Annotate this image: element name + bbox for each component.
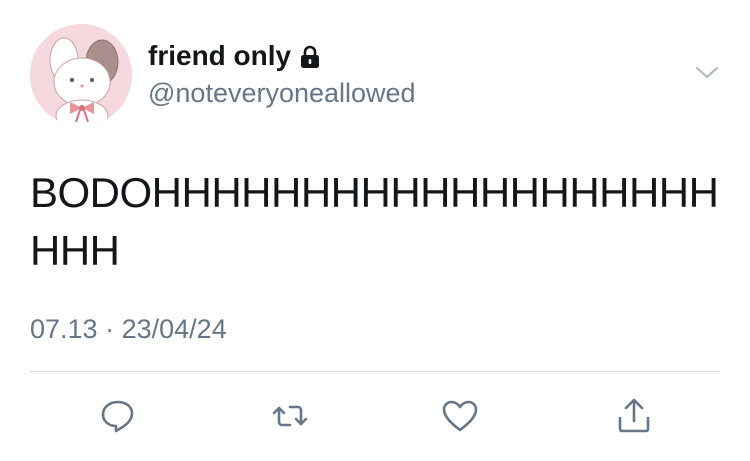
share-button[interactable] — [614, 396, 654, 436]
divider — [30, 371, 720, 372]
author-row[interactable]: friend only — [148, 40, 321, 72]
like-button[interactable] — [440, 396, 480, 436]
lock-icon — [301, 45, 320, 68]
share-icon — [618, 398, 650, 433]
tweet-date: 23/04/24 — [121, 314, 227, 344]
reply-button[interactable] — [98, 396, 138, 436]
tweet-text: BODOHHHHHHHHHHHHHHHHHHHHHH — [30, 169, 719, 274]
bunny-avatar-image — [30, 24, 132, 126]
action-bar — [0, 396, 750, 440]
tweet-timestamp[interactable]: 07.13 · 23/04/24 — [30, 314, 227, 345]
timestamp-separator: · — [105, 314, 115, 344]
speech-bubble-icon — [101, 400, 134, 433]
retweet-button[interactable] — [270, 396, 310, 436]
heart-icon — [442, 400, 478, 432]
display-name[interactable]: friend only — [148, 40, 291, 72]
retweet-icon — [272, 405, 308, 427]
chevron-down-icon[interactable] — [694, 62, 720, 82]
tweet-time: 07.13 — [30, 314, 98, 344]
username-handle[interactable]: @noteveryoneallowed — [148, 78, 416, 109]
avatar[interactable] — [30, 24, 132, 126]
